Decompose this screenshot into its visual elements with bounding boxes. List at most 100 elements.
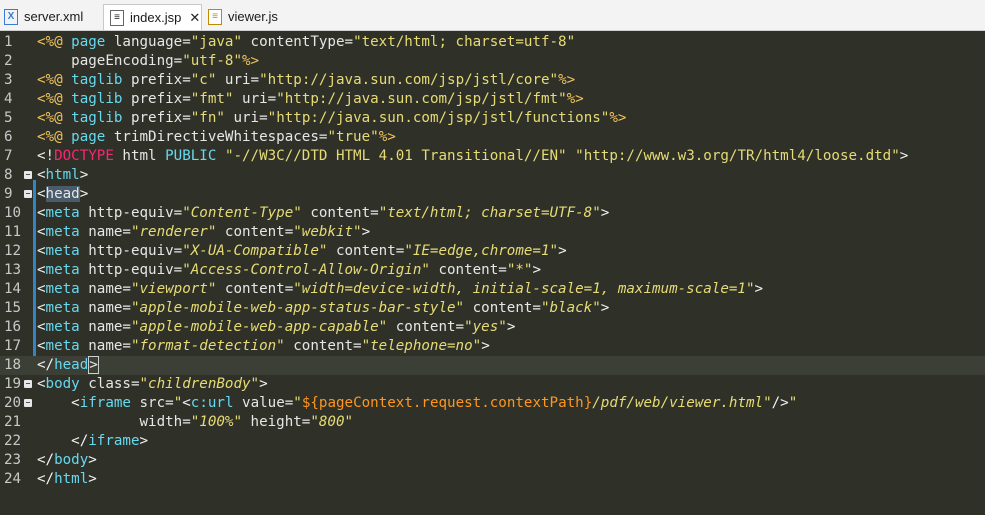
code-token: "childrenBody" — [139, 376, 260, 392]
code-line[interactable]: 16 <meta name="apple-mobile-web-app-capab… — [0, 318, 985, 337]
tab-index-jsp[interactable]: ≡ index.jsp ✕ — [103, 4, 202, 30]
code-token: name= — [79, 224, 131, 240]
js-file-icon: ≡ — [208, 8, 222, 25]
code-token: /> — [771, 395, 789, 411]
code-token: > — [754, 281, 764, 297]
code-line[interactable]: 14 <meta name="viewport" content="width=d… — [0, 280, 985, 299]
code-token: < — [37, 186, 46, 202]
code-token: meta — [45, 300, 80, 316]
code-token: value= — [233, 395, 294, 411]
code-line[interactable]: 19− <body class="childrenBody"> — [0, 375, 985, 394]
code-token: <%@ — [37, 110, 72, 126]
code-token: "100%" — [190, 414, 242, 430]
fold-toggle-icon[interactable]: − — [24, 380, 32, 388]
line-number: 2 — [4, 53, 13, 69]
code-token: page — [71, 129, 106, 145]
code-line[interactable]: 24 </html> — [0, 470, 985, 489]
code-token: < — [37, 338, 46, 354]
code-line[interactable]: 15 <meta name="apple-mobile-web-app-statu… — [0, 299, 985, 318]
line-number: 17 — [4, 338, 22, 354]
code-token: <%@ — [37, 34, 72, 50]
line-number: 12 — [4, 243, 22, 259]
code-line[interactable]: 20− <iframe src="<c:url value="${pageCon… — [0, 394, 985, 413]
code-line[interactable]: 13 <meta http-equiv="Access-Control-Allow… — [0, 261, 985, 280]
code-line[interactable]: 8− <html> — [0, 166, 985, 185]
code-token: taglib — [71, 72, 123, 88]
code-line[interactable]: 7 <!DOCTYPE html PUBLIC "-//W3C//DTD HTML… — [0, 147, 985, 166]
tab-server-xml[interactable]: X server.xml — [0, 4, 94, 29]
close-icon[interactable]: ✕ — [189, 10, 200, 26]
code-line[interactable]: 6 <%@ page trimDirectiveWhitespaces="true… — [0, 128, 985, 147]
code-line[interactable]: 12 <meta http-equiv="X-UA-Compatible" con… — [0, 242, 985, 261]
code-line[interactable]: 23 </body> — [0, 451, 985, 470]
code-line[interactable]: 21 width="100%" height="800" — [0, 413, 985, 432]
code-token: < — [71, 395, 80, 411]
code-token: meta — [45, 262, 80, 278]
code-token: "text/html; charset=UTF-8" — [378, 205, 601, 221]
code-token: class= — [79, 376, 140, 392]
code-token: "c" — [190, 72, 217, 88]
code-token: meta — [45, 205, 80, 221]
code-text: <iframe src="<c:url value="${pageContext… — [37, 394, 797, 413]
code-token: "X-UA-Compatible" — [182, 243, 328, 259]
code-token: </ — [37, 452, 55, 468]
code-editor[interactable]: 1 <%@ page language="java" contentType="t… — [0, 31, 985, 515]
code-line[interactable]: 5 <%@ taglib prefix="fn" uri="http://java… — [0, 109, 985, 128]
code-line[interactable]: 4 <%@ taglib prefix="fmt" uri="http://jav… — [0, 90, 985, 109]
code-token: body — [45, 376, 80, 392]
code-token: uri= — [233, 91, 277, 107]
code-line[interactable]: 11 <meta name="renderer" content="webkit"… — [0, 223, 985, 242]
code-token: > — [600, 205, 610, 221]
line-number: 15 — [4, 300, 22, 316]
code-line[interactable]: 1 <%@ page language="java" contentType="t… — [0, 33, 985, 52]
code-line[interactable]: 10 <meta http-equiv="Content-Type" conten… — [0, 204, 985, 223]
code-token: " — [788, 395, 798, 411]
code-line[interactable]: 2 pageEncoding="utf-8"%> — [0, 52, 985, 71]
code-text: <meta name="apple-mobile-web-app-status-… — [37, 299, 609, 318]
code-token: %> — [566, 91, 584, 107]
code-token: meta — [45, 281, 80, 297]
code-token: language= — [105, 34, 191, 50]
code-token: "*" — [506, 262, 533, 278]
code-line[interactable]: 17 <meta name="format-detection" content=… — [0, 337, 985, 356]
code-token: %> — [558, 72, 576, 88]
code-token: "renderer" — [130, 224, 217, 240]
fold-toggle-icon[interactable]: − — [24, 171, 32, 179]
tab-viewer-js[interactable]: ≡ viewer.js — [202, 4, 288, 29]
code-token: prefix= — [122, 110, 191, 126]
code-token: name= — [79, 319, 131, 335]
code-token: "viewport" — [130, 281, 217, 297]
code-line[interactable]: 9− <head> — [0, 185, 985, 204]
code-text: <body class="childrenBody"> — [37, 375, 268, 394]
code-token: name= — [79, 300, 131, 316]
code-text: <%@ taglib prefix="fmt" uri="http://java… — [37, 90, 584, 109]
line-number: 23 — [4, 452, 22, 468]
code-token: < — [37, 262, 46, 278]
fold-toggle-icon[interactable]: − — [24, 399, 32, 407]
fold-toggle-icon[interactable]: − — [24, 190, 32, 198]
code-token: prefix= — [122, 72, 191, 88]
code-token: < — [37, 205, 46, 221]
code-token: > — [259, 376, 268, 392]
code-line[interactable]: 18 </head> — [0, 356, 985, 375]
code-line[interactable]: 22 </iframe> — [0, 432, 985, 451]
code-token: > — [79, 167, 89, 183]
code-token: "fmt" — [190, 91, 234, 107]
code-token: "http://www.w3.org/TR/html4/loose.dtd" — [575, 148, 900, 164]
code-token: "format-detection" — [130, 338, 285, 354]
line-number: 22 — [4, 433, 22, 449]
code-line[interactable]: 3 <%@ taglib prefix="c" uri="http://java.… — [0, 71, 985, 90]
code-token: < — [37, 281, 46, 297]
line-number: 6 — [4, 129, 13, 145]
code-token: http-equiv= — [79, 243, 183, 259]
code-token: > — [532, 262, 541, 278]
code-token: > — [899, 148, 909, 164]
code-token: "apple-mobile-web-app-status-bar-style" — [130, 300, 465, 316]
code-token: %> — [378, 129, 396, 145]
code-token: content= — [284, 338, 362, 354]
code-token: "apple-mobile-web-app-capable" — [130, 319, 388, 335]
code-text: pageEncoding="utf-8"%> — [37, 52, 259, 71]
code-token: <%@ — [37, 129, 72, 145]
code-token: "java" — [190, 34, 243, 50]
